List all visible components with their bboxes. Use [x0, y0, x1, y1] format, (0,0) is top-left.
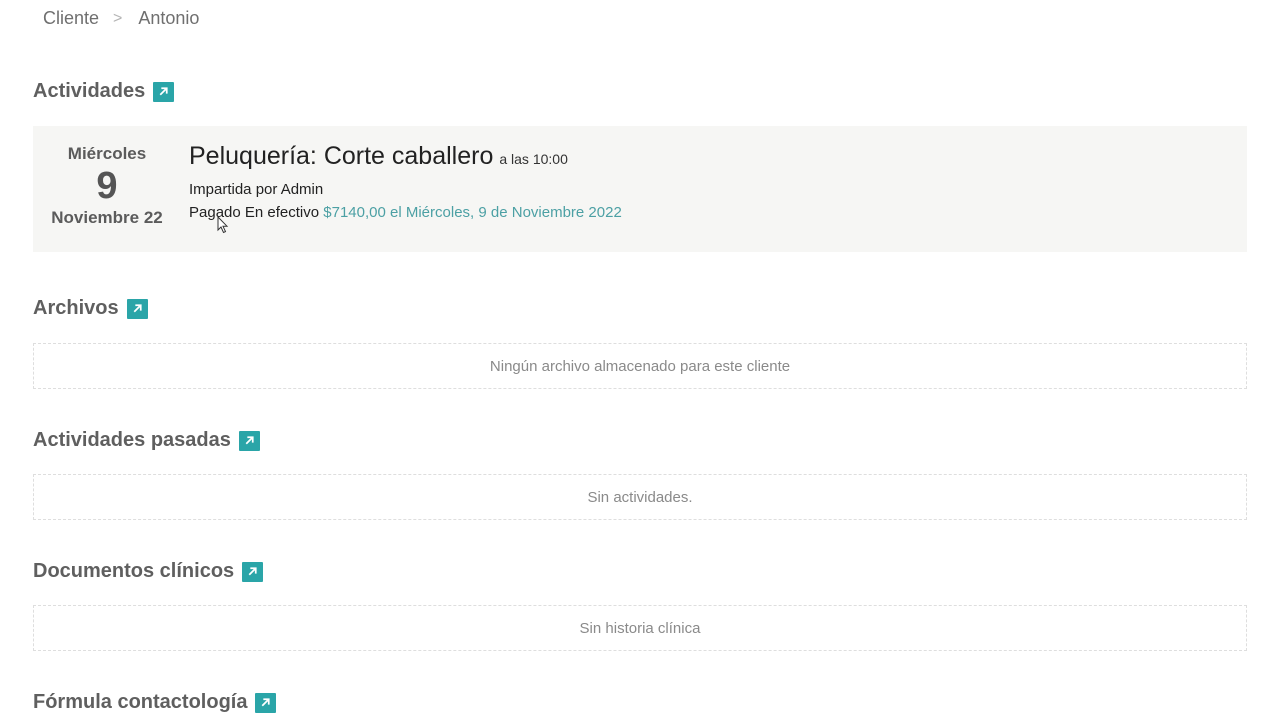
- activity-card[interactable]: Miércoles 9 Noviembre 22 Peluquería: Cor…: [33, 126, 1247, 252]
- external-link-icon[interactable]: [153, 81, 175, 102]
- section-title-files: Archivos: [33, 297, 148, 320]
- section-title-text: Archivos: [33, 297, 119, 319]
- activity-month-year: Noviembre 22: [51, 208, 163, 227]
- external-link-icon[interactable]: [242, 561, 264, 582]
- chevron-right-icon: >: [113, 9, 123, 27]
- section-title-text: Documentos clínicos: [33, 560, 235, 582]
- clinical-docs-empty-state: Sin historia clínica: [33, 605, 1247, 651]
- activity-day-number: 9: [96, 165, 118, 207]
- payment-detail-link[interactable]: $7140,00 el Miércoles, 9 de Noviembre 20…: [323, 204, 622, 221]
- section-title-text: Fórmula contactología: [33, 691, 248, 713]
- activity-service-title: Peluquería: Corte caballero: [189, 142, 494, 170]
- section-title-contact-lens: Fórmula contactología: [33, 691, 277, 714]
- activity-weekday: Miércoles: [67, 144, 147, 163]
- files-empty-state: Ningún archivo almacenado para este clie…: [33, 343, 1247, 389]
- activity-payment: Pagado En efectivo $7140,00 el Miércoles…: [189, 204, 622, 221]
- section-title-text: Actividades: [33, 80, 146, 102]
- activity-teacher: Impartida por Admin: [189, 181, 324, 198]
- section-title-activities: Actividades: [33, 80, 175, 103]
- activity-body: Peluquería: Corte caballero a las 10:00 …: [189, 142, 622, 221]
- payment-status: Pagado: [189, 204, 241, 221]
- activity-time: a las 10:00: [499, 151, 568, 167]
- breadcrumb-item-current: Antonio: [138, 8, 200, 28]
- external-link-icon[interactable]: [238, 430, 260, 451]
- section-title-past-activities: Actividades pasadas: [33, 429, 260, 452]
- breadcrumb: Cliente > Antonio: [43, 8, 199, 29]
- external-link-icon[interactable]: [255, 692, 277, 713]
- past-activities-empty-state: Sin actividades.: [33, 474, 1247, 520]
- mouse-pointer-icon: [217, 216, 229, 234]
- breadcrumb-item-cliente[interactable]: Cliente: [43, 8, 99, 29]
- client-detail-page: Cliente > Antonio Actividades Miércoles …: [0, 0, 1280, 720]
- section-title-clinical-docs: Documentos clínicos: [33, 560, 264, 583]
- external-link-icon[interactable]: [126, 298, 148, 319]
- payment-method: En efectivo: [244, 204, 320, 221]
- activity-date: Miércoles 9 Noviembre 22: [33, 144, 181, 228]
- section-title-text: Actividades pasadas: [33, 429, 231, 451]
